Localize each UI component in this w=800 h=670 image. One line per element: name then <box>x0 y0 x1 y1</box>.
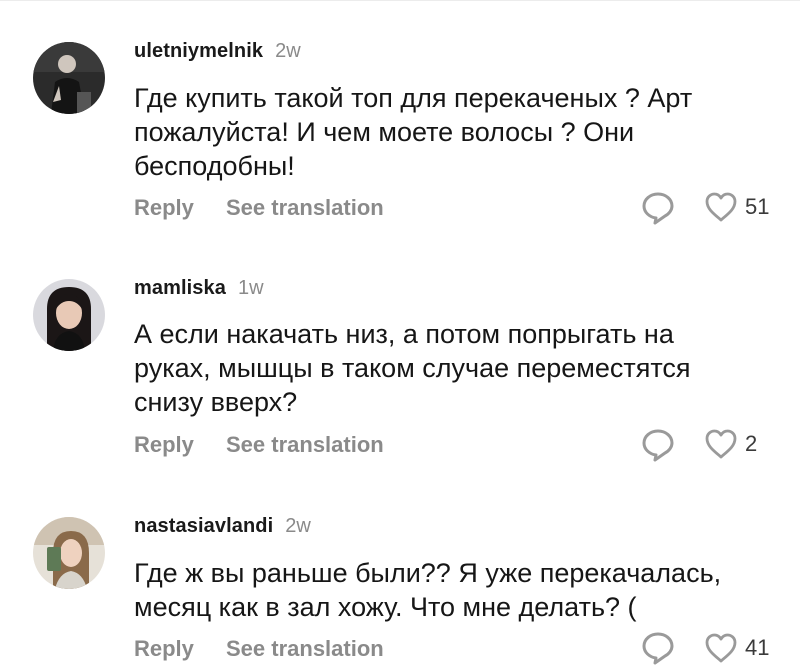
like-count: 2 <box>745 431 758 456</box>
see-translation-button[interactable]: See translation <box>226 195 384 221</box>
heart-outline-icon <box>705 633 737 663</box>
comment-username[interactable]: mamliska <box>134 277 226 300</box>
see-translation-button[interactable]: See translation <box>226 636 384 662</box>
comment-timestamp: 1w <box>237 277 264 299</box>
comment-username[interactable]: uletniymelnik <box>134 40 263 63</box>
speech-bubble-icon[interactable] <box>641 191 675 225</box>
avatar[interactable] <box>33 42 105 114</box>
speech-bubble-icon[interactable] <box>641 428 675 462</box>
like-count: 51 <box>745 194 770 219</box>
top-divider <box>0 0 800 1</box>
comment-timestamp: 2w <box>275 40 301 62</box>
like-count: 41 <box>745 635 770 660</box>
speech-bubble-icon[interactable] <box>641 631 675 665</box>
comment-text: А если накачать низ, а потом попрыгать н… <box>134 319 691 417</box>
like-button[interactable]: 51 <box>704 191 769 223</box>
heart-outline-icon <box>705 429 737 459</box>
reply-button[interactable]: Reply <box>134 195 226 221</box>
reply-button[interactable]: Reply <box>134 636 226 662</box>
comment-text: Где купить такой топ для перекаченых ? А… <box>134 83 693 181</box>
comment-timestamp: 2w <box>285 515 311 537</box>
see-translation-button[interactable]: See translation <box>226 432 384 458</box>
comment-text: Где ж вы раньше были?? Я уже перекачалас… <box>134 558 722 622</box>
avatar[interactable] <box>33 517 105 589</box>
heart-outline-icon <box>705 192 737 222</box>
avatar[interactable] <box>33 279 105 351</box>
reply-button[interactable]: Reply <box>134 432 226 458</box>
like-button[interactable]: 41 <box>704 632 769 664</box>
like-button[interactable]: 2 <box>704 428 757 460</box>
comment-username[interactable]: nastasiavlandi <box>134 515 273 538</box>
